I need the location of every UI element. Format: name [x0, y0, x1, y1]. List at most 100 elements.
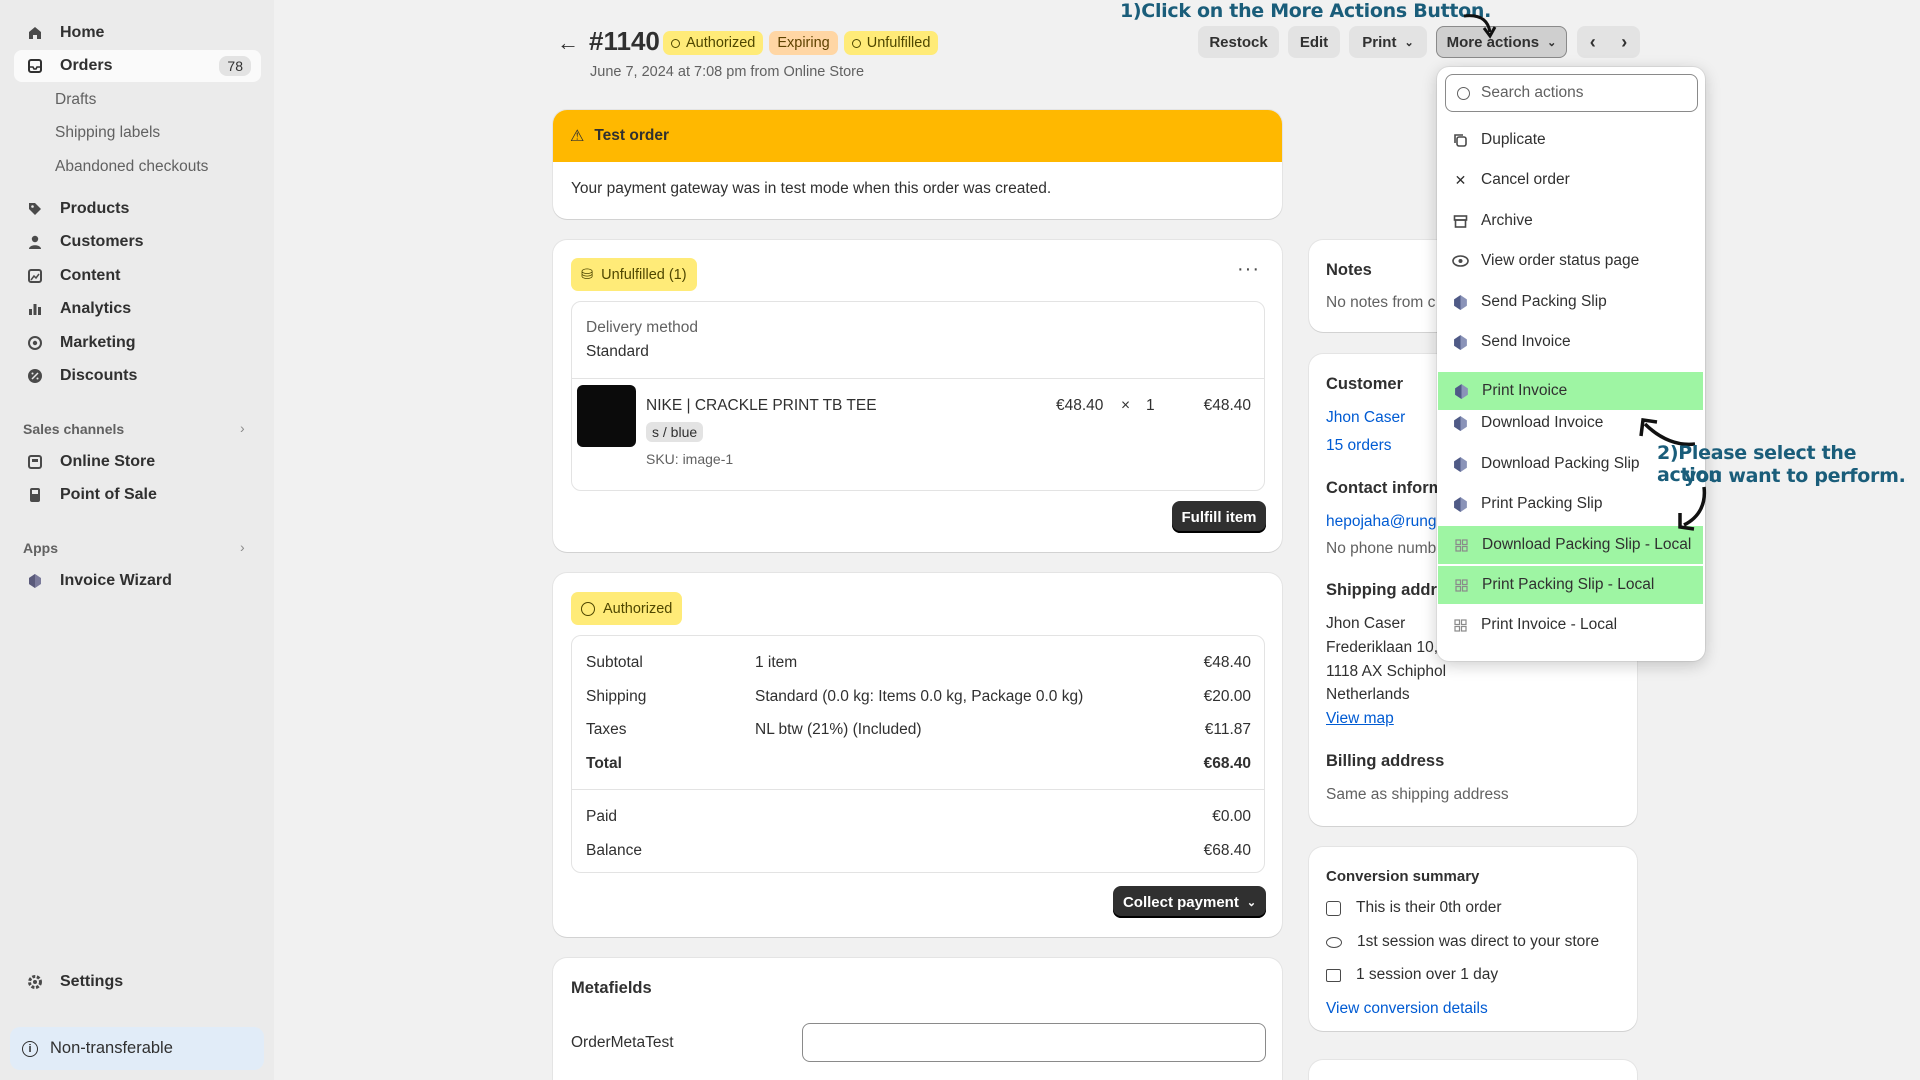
action-cancel-order[interactable]: ✕ Cancel order — [1437, 161, 1705, 199]
authorized-badge: Authorized — [663, 31, 764, 55]
taxes-label: Taxes — [586, 721, 627, 738]
chevron-right-icon[interactable]: › — [240, 539, 245, 555]
clock-icon — [581, 601, 595, 616]
address-line-4: Netherlands — [1326, 686, 1410, 703]
paid-label: Paid — [586, 808, 618, 825]
annotation-arrow-1 — [1463, 14, 1497, 39]
view-map-link[interactable]: View map — [1326, 710, 1394, 728]
invoice-wizard-icon — [1452, 294, 1469, 311]
fulfillment-card: ⛁ Unfulfilled (1) ··· Delivery method St… — [553, 240, 1282, 552]
customer-phone: No phone numb — [1326, 540, 1437, 557]
more-options-icon[interactable]: ··· — [1237, 258, 1260, 281]
paid-amount: €0.00 — [1212, 808, 1251, 825]
product-sku: SKU: image-1 — [646, 451, 734, 467]
target-icon — [26, 334, 44, 352]
app-grid-icon — [1453, 577, 1470, 594]
taxes-amount: €11.87 — [1204, 721, 1251, 738]
sidebar-item-customers[interactable]: Customers — [14, 226, 261, 258]
sidebar-item-label: Home — [60, 24, 105, 41]
expiring-badge: Expiring — [769, 31, 838, 55]
product-name[interactable]: NIKE | CRACKLE PRINT TB TEE — [646, 397, 877, 415]
conversion-item: 1 session over 1 day — [1326, 966, 1498, 984]
back-arrow-icon[interactable]: ← — [557, 30, 579, 56]
orders-count-badge: 78 — [219, 56, 251, 76]
duplicate-icon — [1452, 132, 1469, 149]
action-print-packing-slip[interactable]: Print Packing Slip — [1437, 485, 1705, 523]
conversion-summary-card: Conversion summary This is their 0th ord… — [1309, 847, 1637, 1031]
action-send-invoice[interactable]: Send Invoice — [1437, 323, 1705, 361]
sidebar-item-label: Online Store — [60, 453, 156, 470]
collect-payment-button[interactable]: Collect payment ⌄ — [1113, 886, 1266, 918]
search-actions-input[interactable]: Search actions — [1445, 74, 1698, 112]
sidebar-item-content[interactable]: Content — [14, 260, 261, 292]
action-print-packing-slip-local[interactable]: Print Packing Slip - Local — [1438, 566, 1703, 604]
sidebar-item-orders[interactable]: Orders 78 — [14, 50, 261, 82]
sidebar-item-analytics[interactable]: Analytics — [14, 293, 261, 325]
action-archive[interactable]: Archive — [1437, 202, 1705, 240]
sidebar-item-products[interactable]: Products — [14, 193, 261, 225]
next-order-icon[interactable]: › — [1621, 32, 1627, 53]
action-send-packing-slip[interactable]: Send Packing Slip — [1437, 283, 1705, 321]
chevron-right-icon[interactable]: › — [240, 420, 245, 436]
apps-heading[interactable]: Apps — [23, 540, 58, 556]
sidebar-item-label: Marketing — [60, 334, 136, 351]
eye-icon — [1326, 936, 1342, 948]
gear-icon — [26, 973, 44, 991]
chevron-down-icon: ⌄ — [1246, 896, 1257, 909]
chevron-down-icon: ⌄ — [1404, 36, 1414, 49]
non-transferable-badge[interactable]: i Non-transferable — [10, 1027, 264, 1070]
fulfill-item-button[interactable]: Fulfill item — [1172, 501, 1266, 533]
sidebar-item-shipping-labels[interactable]: Shipping labels — [55, 124, 160, 142]
banner-header: ⚠ Test order — [553, 110, 1282, 162]
previous-order-icon[interactable]: ‹ — [1590, 32, 1596, 53]
customer-name-link[interactable]: Jhon Caser — [1326, 409, 1405, 427]
product-thumbnail[interactable] — [577, 385, 636, 447]
sidebar-item-abandoned-checkouts[interactable]: Abandoned checkouts — [55, 158, 208, 176]
action-download-packing-slip-local[interactable]: Download Packing Slip - Local — [1438, 526, 1703, 564]
metafield-input[interactable] — [802, 1023, 1266, 1062]
sidebar-item-invoice-wizard[interactable]: Invoice Wizard — [14, 565, 261, 597]
view-conversion-details-link[interactable]: View conversion details — [1326, 1000, 1488, 1018]
header-badges: Authorized Expiring Unfulfilled — [663, 31, 939, 55]
sidebar-item-label: Discounts — [60, 367, 138, 384]
sidebar-item-marketing[interactable]: Marketing — [14, 327, 261, 359]
payment-card: Authorized Subtotal 1 item €48.40 Shippi… — [553, 573, 1282, 937]
invoice-wizard-icon — [1453, 383, 1470, 400]
total-amount: €68.40 — [1203, 755, 1251, 772]
sidebar-item-discounts[interactable]: Discounts — [14, 360, 261, 392]
balance-label: Balance — [586, 842, 643, 859]
search-icon — [1457, 86, 1470, 100]
sidebar-item-label: Invoice Wizard — [60, 572, 172, 589]
variant-tag: s / blue — [646, 422, 704, 442]
more-actions-button[interactable]: More actions ⌄ — [1436, 26, 1567, 58]
customer-orders-link[interactable]: 15 orders — [1326, 437, 1391, 455]
contact-title: Contact inform — [1326, 479, 1444, 497]
notes-text: No notes from c — [1326, 294, 1436, 311]
fulfillment-icon: ⛁ — [581, 266, 594, 283]
action-print-invoice-local[interactable]: Print Invoice - Local — [1437, 606, 1705, 644]
metafield-label: OrderMetaTest — [571, 1034, 674, 1051]
customer-email-link[interactable]: hepojaha@rung — [1326, 513, 1437, 531]
print-label: Print — [1362, 33, 1397, 51]
metafields-card: Metafields OrderMetaTest — [553, 958, 1282, 1080]
invoice-wizard-icon — [1452, 456, 1469, 473]
order-number: #1140 — [589, 26, 660, 56]
action-view-status-page[interactable]: View order status page — [1437, 242, 1705, 280]
delivery-method-label: Delivery method — [586, 319, 698, 336]
edit-button[interactable]: Edit — [1288, 26, 1340, 58]
print-button[interactable]: Print ⌄ — [1349, 26, 1427, 58]
sidebar-item-point-of-sale[interactable]: Point of Sale — [14, 479, 261, 511]
more-actions-menu: Search actions Duplicate ✕ Cancel order A… — [1437, 67, 1705, 661]
chevron-down-icon: ⌄ — [1547, 36, 1557, 49]
sidebar-item-home[interactable]: Home — [14, 17, 261, 49]
sidebar-item-online-store[interactable]: Online Store — [14, 446, 261, 478]
sidebar-item-drafts[interactable]: Drafts — [55, 91, 96, 109]
sidebar-item-settings[interactable]: Settings — [14, 966, 261, 998]
restock-button[interactable]: Restock — [1198, 26, 1279, 58]
image-icon — [26, 267, 44, 285]
eye-icon — [1452, 253, 1469, 270]
store-icon — [26, 453, 44, 471]
sales-channels-heading[interactable]: Sales channels — [23, 421, 124, 437]
action-duplicate[interactable]: Duplicate — [1437, 121, 1705, 159]
discount-icon — [26, 367, 44, 385]
